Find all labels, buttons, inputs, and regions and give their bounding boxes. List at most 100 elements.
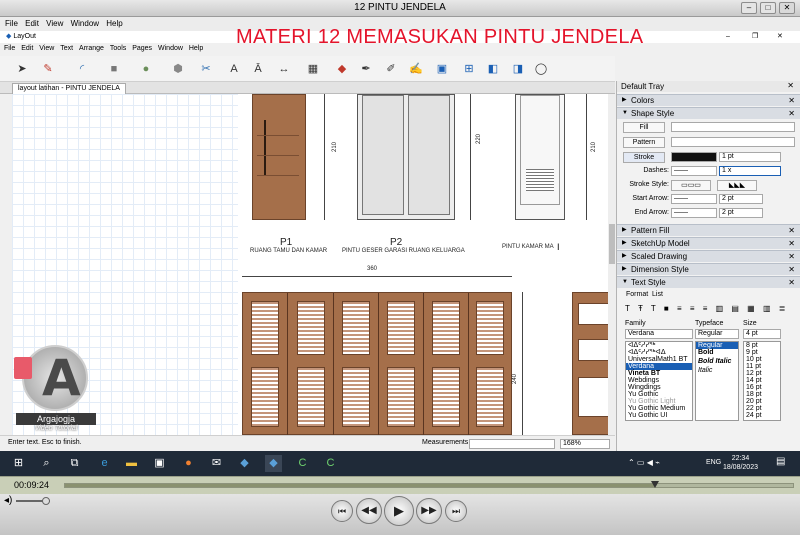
split-tool-icon[interactable]: ✂ <box>198 61 214 77</box>
layout-taskbar-icon[interactable]: ◆ <box>265 455 282 472</box>
family-option[interactable]: UniversalMath1 BT <box>626 356 692 363</box>
door-p2[interactable] <box>357 94 455 220</box>
stroke-swatch[interactable] <box>671 152 717 162</box>
player-menu-edit[interactable]: Edit <box>25 19 39 28</box>
app-menu-file[interactable]: File <box>4 45 15 52</box>
tray-close-icon[interactable]: ✕ <box>787 81 794 90</box>
user-account-icon[interactable]: ◯ <box>533 61 549 77</box>
family-option[interactable]: ᐊᐃᑦᓱᓯᖅᐊᐃ <box>626 349 692 356</box>
stroke-width-select[interactable]: 1 pt <box>719 152 781 162</box>
family-option[interactable]: Wingdings <box>626 384 692 391</box>
family-option[interactable]: Vineta BT <box>626 370 692 377</box>
polygon-tool-icon[interactable]: ⬢ <box>170 61 186 77</box>
door-p3[interactable] <box>515 94 565 220</box>
door-p1[interactable] <box>252 94 306 220</box>
pattern-button[interactable]: Pattern <box>623 137 665 148</box>
seek-thumb[interactable] <box>650 481 659 488</box>
rectangle-tool-icon[interactable]: ■ <box>106 61 122 77</box>
cap-style-buttons[interactable]: ▭▭▭ <box>671 180 711 191</box>
size-option[interactable]: 24 pt <box>744 412 780 419</box>
family-list[interactable]: ᐊᐃᑦᓱᓯᖅ ᐊᐃᑦᓱᓯᖅᐊᐃ UniversalMath1 BT Verdan… <box>625 341 693 421</box>
window-frame[interactable] <box>572 292 608 435</box>
search-icon[interactable]: ⌕ <box>38 455 55 472</box>
select-tool-icon[interactable]: ➤ <box>14 61 30 77</box>
app-menu-text[interactable]: Text <box>60 45 73 52</box>
family-input[interactable]: Verdana <box>625 329 693 339</box>
text-format-buttons[interactable]: T Ŧ T ■ ≡ ≡ ≡ ▥ ▤ ▦ ▥ ≣ <box>625 304 795 316</box>
maximize-button[interactable]: □ <box>760 2 776 14</box>
camtasia-recorder-icon[interactable]: C <box>322 455 339 472</box>
section-close-icon[interactable]: ✕ <box>788 251 795 262</box>
app-menu-help[interactable]: Help <box>189 45 203 52</box>
volume-thumb[interactable] <box>42 497 50 505</box>
next-page-icon[interactable]: ◨ <box>510 61 526 77</box>
add-page-icon[interactable]: ⊞ <box>461 61 477 77</box>
app-menu-arrange[interactable]: Arrange <box>79 45 104 52</box>
section-close-icon[interactable]: ✕ <box>788 238 795 249</box>
start-icon[interactable]: ⊞ <box>10 455 27 472</box>
size-option[interactable]: 16 pt <box>744 384 780 391</box>
stroke-button[interactable]: Stroke <box>623 152 665 163</box>
table-tool-icon[interactable]: ▦ <box>305 61 321 77</box>
family-option-selected[interactable]: Verdana <box>626 363 692 370</box>
volume-slider[interactable] <box>16 497 50 505</box>
dimension-tool-icon[interactable]: ↔ <box>276 61 292 77</box>
sample-tool-icon[interactable]: ✐ <box>383 61 399 77</box>
typeface-option-selected[interactable]: Regular <box>696 342 738 349</box>
task-view-icon[interactable]: ⧉ <box>66 455 83 472</box>
typeface-list[interactable]: Regular Bold Bold Italic Italic <box>695 341 739 421</box>
scaled-drawing-section-header[interactable]: ▶ Scaled Drawing ✕ <box>617 250 800 262</box>
mail-icon[interactable]: ✉ <box>208 455 225 472</box>
end-arrow-size[interactable]: 2 pt <box>719 208 763 218</box>
style-tool-icon[interactable]: ✒ <box>358 61 374 77</box>
play-button[interactable]: ▶ <box>384 496 414 526</box>
player-menu-view[interactable]: View <box>46 19 63 28</box>
dash-style-select[interactable]: —— <box>671 166 717 176</box>
pattern-swatch[interactable] <box>671 137 795 147</box>
volume-icon[interactable]: ◂) <box>4 495 12 506</box>
canvas-vertical-scrollbar[interactable] <box>608 94 616 435</box>
camtasia-icon[interactable]: C <box>294 455 311 472</box>
measurements-input[interactable] <box>469 439 555 449</box>
dimension-style-section-header[interactable]: ▶ Dimension Style ✕ <box>617 263 800 275</box>
tab-format[interactable]: Format <box>626 291 648 298</box>
arc-tool-icon[interactable]: ◜ <box>74 61 90 77</box>
size-option[interactable]: 18 pt <box>744 391 780 398</box>
typeface-option[interactable]: Italic <box>696 367 738 376</box>
join-style-buttons[interactable]: ◣◣◣ <box>717 180 757 191</box>
section-close-icon[interactable]: ✕ <box>788 264 795 275</box>
notification-icon[interactable]: ▤ <box>776 456 785 467</box>
text-style-section-header[interactable]: ▼ Text Style ✕ <box>617 276 800 288</box>
app-menu-pages[interactable]: Pages <box>132 45 152 52</box>
fill-button[interactable]: Fill <box>623 122 665 133</box>
size-option[interactable]: 11 pt <box>744 363 780 370</box>
app-menu-window[interactable]: Window <box>158 45 183 52</box>
skip-back-button[interactable]: ⏮ <box>331 500 353 522</box>
tray-icons[interactable]: ⌃ ▭ ◀ ⌁ <box>628 458 660 467</box>
label-tool-icon[interactable]: Ā <box>250 61 266 77</box>
family-option[interactable]: Yu Gothic Medium <box>626 405 692 412</box>
pattern-fill-section-header[interactable]: ▶ Pattern Fill ✕ <box>617 224 800 236</box>
size-list[interactable]: 8 pt 9 pt 10 pt 11 pt 12 pt 14 pt 16 pt … <box>743 341 781 421</box>
size-option[interactable]: 20 pt <box>744 398 780 405</box>
section-close-icon[interactable]: ✕ <box>788 95 795 106</box>
store-icon[interactable]: ▣ <box>151 455 168 472</box>
family-option[interactable]: Yu Gothic <box>626 391 692 398</box>
start-arrow-size[interactable]: 2 pt <box>719 194 763 204</box>
app-menu-view[interactable]: View <box>39 45 54 52</box>
family-option[interactable]: Webdings <box>626 377 692 384</box>
player-menu-help[interactable]: Help <box>106 19 122 28</box>
document-tab[interactable]: layout latihan - PINTU JENDELA <box>12 83 126 94</box>
size-option[interactable]: 9 pt <box>744 349 780 356</box>
text-tool-icon[interactable]: A <box>226 61 242 77</box>
zoom-select[interactable]: 168% <box>560 439 610 449</box>
fast-forward-button[interactable]: ▶▶ <box>416 498 442 524</box>
firefox-icon[interactable]: ● <box>180 455 197 472</box>
family-option[interactable]: Yu Gothic Light <box>626 398 692 405</box>
typeface-option[interactable]: Bold <box>696 349 738 358</box>
language-indicator[interactable]: ENG <box>706 459 721 466</box>
app-menu-tools[interactable]: Tools <box>110 45 126 52</box>
previous-page-icon[interactable]: ◧ <box>485 61 501 77</box>
colors-section-header[interactable]: ▶ Colors ✕ <box>617 94 800 106</box>
typeface-option[interactable]: Bold Italic <box>696 358 738 367</box>
